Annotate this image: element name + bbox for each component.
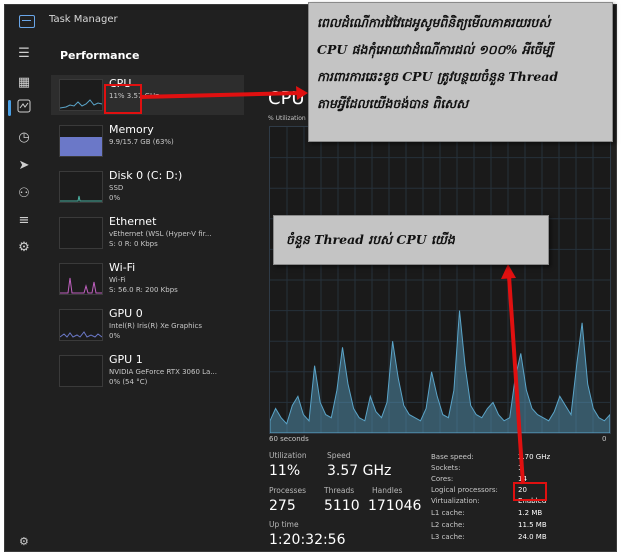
memory-thumbnail-graph bbox=[59, 125, 103, 157]
app-history-icon[interactable]: ◷ bbox=[15, 129, 33, 147]
logical-processors-highlight-box bbox=[513, 482, 547, 501]
startup-apps-icon[interactable]: ➤ bbox=[15, 157, 33, 175]
users-icon[interactable]: ⚇ bbox=[15, 185, 33, 203]
device-name: GPU 1 bbox=[109, 353, 143, 366]
utilization-value: 11% bbox=[269, 463, 301, 479]
device-detail: NVIDIA GeForce RTX 3060 La... bbox=[109, 368, 218, 376]
device-detail: S: 56.0 R: 200 Kbps bbox=[109, 286, 178, 294]
window-title: Task Manager bbox=[49, 14, 118, 25]
device-detail: 0% bbox=[109, 332, 121, 340]
settings-icon[interactable]: ⚙ bbox=[19, 535, 29, 548]
cpu-graph-svg bbox=[270, 127, 610, 433]
handles-label: Handles bbox=[372, 486, 403, 495]
threads-label: Threads bbox=[324, 486, 355, 495]
device-detail: SSD bbox=[109, 184, 124, 192]
selected-indicator bbox=[8, 100, 11, 116]
task-manager-icon bbox=[19, 15, 35, 28]
cpu-highlight-box bbox=[104, 84, 142, 114]
spec-l1-cache-label: L1 cache: bbox=[431, 509, 465, 517]
processes-icon[interactable]: ▦ bbox=[15, 74, 33, 92]
device-detail: vEthernet (WSL (Hyper-V fir... bbox=[109, 230, 212, 238]
services-icon[interactable]: ⚙ bbox=[15, 239, 33, 257]
cpu-thumbnail-graph bbox=[59, 79, 103, 111]
graph-time-label: 60 seconds bbox=[269, 435, 309, 443]
disk-thumbnail-graph bbox=[59, 171, 103, 203]
annotation-line: CPU ផងកុំអោយវាដំណើការដល់ ១០០% អីចើម្បី bbox=[317, 42, 554, 57]
handles-value: 171046 bbox=[368, 498, 422, 514]
device-name: Disk 0 (C: D:) bbox=[109, 169, 183, 182]
main-cpu-title: CPU bbox=[268, 88, 305, 109]
device-item-gpu1[interactable]: GPU 1 NVIDIA GeForce RTX 3060 La... 0% (… bbox=[51, 351, 244, 391]
spec-virtualization-label: Virtualization: bbox=[431, 497, 480, 505]
processes-label: Processes bbox=[269, 486, 306, 495]
navigation-rail: ☰ ▦ ◷ ➤ ⚇ ≡ ⚙ bbox=[5, 37, 43, 551]
device-item-ethernet[interactable]: Ethernet vEthernet (WSL (Hyper-V fir... … bbox=[51, 213, 244, 253]
annotation-line: ពេលដំណើការវៃវៃដេអូសូមពិនិត្យមើលភាគរយរបស់ bbox=[317, 15, 551, 30]
ethernet-thumbnail-graph bbox=[59, 217, 103, 249]
gpu1-thumbnail-graph bbox=[59, 355, 103, 387]
device-detail: Intel(R) Iris(R) Xe Graphics bbox=[109, 322, 203, 330]
device-name: GPU 0 bbox=[109, 307, 143, 320]
device-detail: S: 0 R: 0 Kbps bbox=[109, 240, 158, 248]
spec-l3-cache-label: L3 cache: bbox=[431, 533, 465, 541]
spec-l3-cache-value: 24.0 MB bbox=[518, 533, 547, 541]
spec-base-speed-value: 2.70 GHz bbox=[518, 453, 551, 461]
device-item-wifi[interactable]: Wi-Fi Wi-Fi S: 56.0 R: 200 Kbps bbox=[51, 259, 244, 299]
gpu0-thumbnail-graph bbox=[59, 309, 103, 341]
device-detail: 9.9/15.7 GB (63%) bbox=[109, 138, 174, 146]
uptime-value: 1:20:32:56 bbox=[269, 532, 346, 548]
spec-cores-label: Cores: bbox=[431, 475, 454, 483]
spec-l2-cache-label: L2 cache: bbox=[431, 521, 465, 529]
wifi-thumbnail-graph bbox=[59, 263, 103, 295]
device-item-memory[interactable]: Memory 9.9/15.7 GB (63%) bbox=[51, 121, 244, 161]
device-name: Wi-Fi bbox=[109, 261, 136, 274]
annotation-line: ការពារការឆេះខូច CPU ត្រូវបន្ថយចំនួន Thre… bbox=[317, 69, 559, 84]
processes-value: 275 bbox=[269, 498, 296, 514]
performance-icon[interactable] bbox=[15, 99, 33, 117]
annotation-line: តាមអ្វីដែលយើងចង់បាន ពិសេស bbox=[317, 96, 469, 111]
device-name: Memory bbox=[109, 123, 154, 136]
annotation-callout-threads: ចំនួន Thread របស់ CPU យើង bbox=[273, 215, 549, 265]
annotation-callout-top: ពេលដំណើការវៃវៃដេអូសូមពិនិត្យមើលភាគរយរបស់… bbox=[308, 2, 613, 142]
utilization-label: Utilization bbox=[269, 451, 307, 460]
spec-l2-cache-value: 11.5 MB bbox=[518, 521, 547, 529]
device-detail: 0% bbox=[109, 194, 121, 202]
spec-base-speed-label: Base speed: bbox=[431, 453, 474, 461]
device-detail: 0% (54 °C) bbox=[109, 378, 148, 386]
cpu-utilization-graph bbox=[269, 126, 611, 434]
device-item-gpu0[interactable]: GPU 0 Intel(R) Iris(R) Xe Graphics 0% bbox=[51, 305, 244, 345]
page-title: Performance bbox=[60, 49, 140, 62]
spec-logical-processors-label: Logical processors: bbox=[431, 486, 498, 494]
details-icon[interactable]: ≡ bbox=[15, 212, 33, 230]
speed-value: 3.57 GHz bbox=[327, 463, 392, 479]
graph-zero-label: 0 bbox=[602, 435, 607, 443]
uptime-label: Up time bbox=[269, 520, 299, 529]
speed-label: Speed bbox=[327, 451, 351, 460]
device-detail: Wi-Fi bbox=[109, 276, 126, 284]
menu-icon[interactable]: ☰ bbox=[15, 45, 33, 63]
threads-value: 5110 bbox=[324, 498, 360, 514]
device-name: Ethernet bbox=[109, 215, 157, 228]
spec-l1-cache-value: 1.2 MB bbox=[518, 509, 543, 517]
utilization-axis-label: % Utilization bbox=[268, 115, 306, 122]
device-item-disk[interactable]: Disk 0 (C: D:) SSD 0% bbox=[51, 167, 244, 207]
spec-sockets-value: 1 bbox=[518, 464, 523, 472]
device-item-cpu[interactable]: CPU 11% 3.57 GHz bbox=[51, 75, 244, 115]
spec-sockets-label: Sockets: bbox=[431, 464, 461, 472]
